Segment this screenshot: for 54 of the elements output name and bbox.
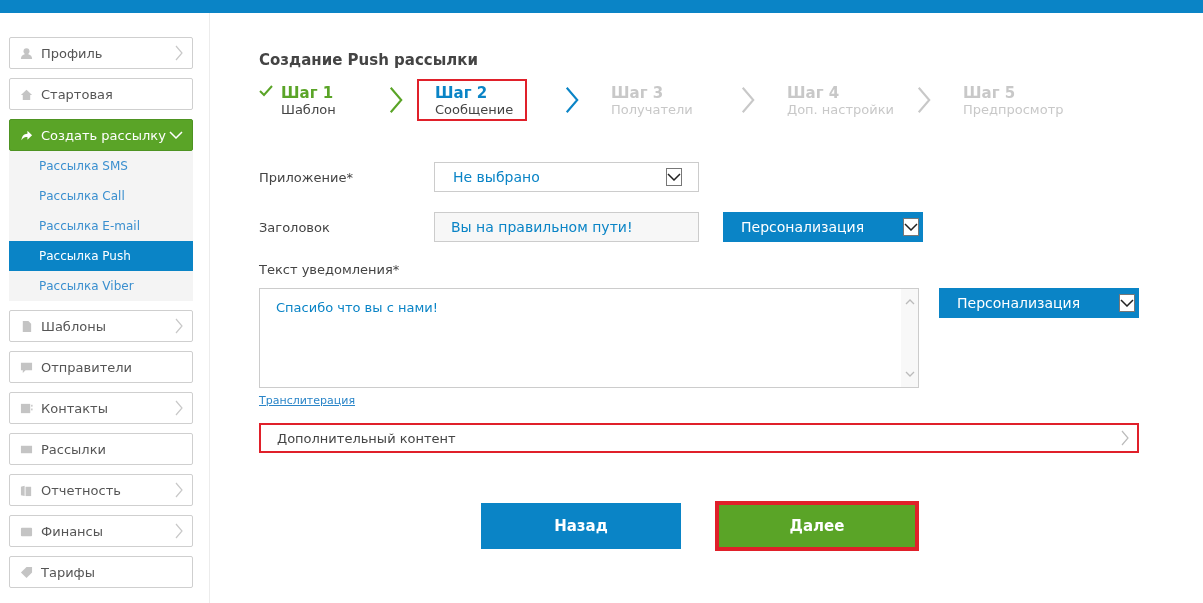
- person-icon: [20, 46, 33, 60]
- heading-field[interactable]: Вы на правильном пути!: [434, 212, 699, 242]
- chevron-icon: [741, 86, 755, 114]
- app-select[interactable]: Не выбрано: [434, 162, 699, 192]
- chevron-icon: [175, 318, 183, 334]
- tag-icon: [20, 565, 33, 579]
- nav-item[interactable]: Рассылки: [9, 433, 193, 465]
- submenu-item[interactable]: Рассылка E-mail: [9, 211, 193, 241]
- chevron-down-icon: [169, 131, 183, 139]
- chevron-icon: [917, 86, 931, 114]
- nav-item[interactable]: Финансы: [9, 515, 193, 547]
- submenu-item[interactable]: Рассылка SMS: [9, 151, 193, 181]
- submenu-item[interactable]: Рассылка Call: [9, 181, 193, 211]
- nav-item[interactable]: Стартовая: [9, 78, 193, 110]
- nav-item[interactable]: Отправители: [9, 351, 193, 383]
- nav-item[interactable]: Отчетность: [9, 474, 193, 506]
- nav-item[interactable]: Тарифы: [9, 556, 193, 588]
- dropdown-icon: [666, 168, 682, 186]
- step-item[interactable]: Шаг 1 Шаблон: [279, 79, 350, 121]
- chevron-icon: [175, 482, 183, 498]
- back-button[interactable]: Назад: [481, 503, 681, 549]
- scroll-down-icon[interactable]: [904, 371, 915, 377]
- chevron-icon: [175, 400, 183, 416]
- personalization-button[interactable]: Персонализация: [939, 288, 1139, 318]
- share-arrow-icon: [20, 128, 33, 142]
- home-icon: [20, 87, 33, 101]
- step-item[interactable]: Шаг 2 Сообщение: [417, 79, 528, 121]
- document-icon: [20, 319, 33, 333]
- nav-item[interactable]: Создать рассылку: [9, 119, 193, 151]
- nav-item[interactable]: Контакты: [9, 392, 193, 424]
- chevron-icon: [565, 86, 579, 114]
- field-label: Заголовок: [259, 219, 331, 235]
- scroll-up-icon[interactable]: [904, 299, 915, 305]
- field-label: Приложение*: [259, 169, 354, 185]
- field-label: Текст уведомления*: [259, 262, 401, 277]
- chevron-icon: [175, 45, 183, 61]
- chevron-icon: [175, 523, 183, 539]
- dropdown-icon: [1119, 294, 1135, 312]
- message-field[interactable]: Спасибо что вы с нами!: [259, 288, 919, 388]
- submenu-item[interactable]: Рассылка Push: [9, 241, 193, 271]
- submenu-item[interactable]: Рассылка Viber: [9, 271, 193, 301]
- chevron-icon: [389, 86, 403, 114]
- chevron-icon: [1121, 430, 1129, 446]
- page-title: Создание Push рассылки: [259, 51, 479, 69]
- next-button[interactable]: Далее: [717, 503, 917, 549]
- nav-item[interactable]: Шаблоны: [9, 310, 193, 342]
- transliteration-link[interactable]: Транслитерация: [259, 394, 355, 407]
- personalization-button[interactable]: Персонализация: [723, 212, 923, 242]
- additional-content-row[interactable]: Дополнительный контент: [259, 423, 1139, 453]
- chat-icon: [20, 360, 33, 374]
- nav-item[interactable]: Профиль: [9, 37, 193, 69]
- report-icon: [20, 483, 33, 497]
- dropdown-icon: [903, 218, 919, 236]
- contact-card-icon: [20, 401, 33, 415]
